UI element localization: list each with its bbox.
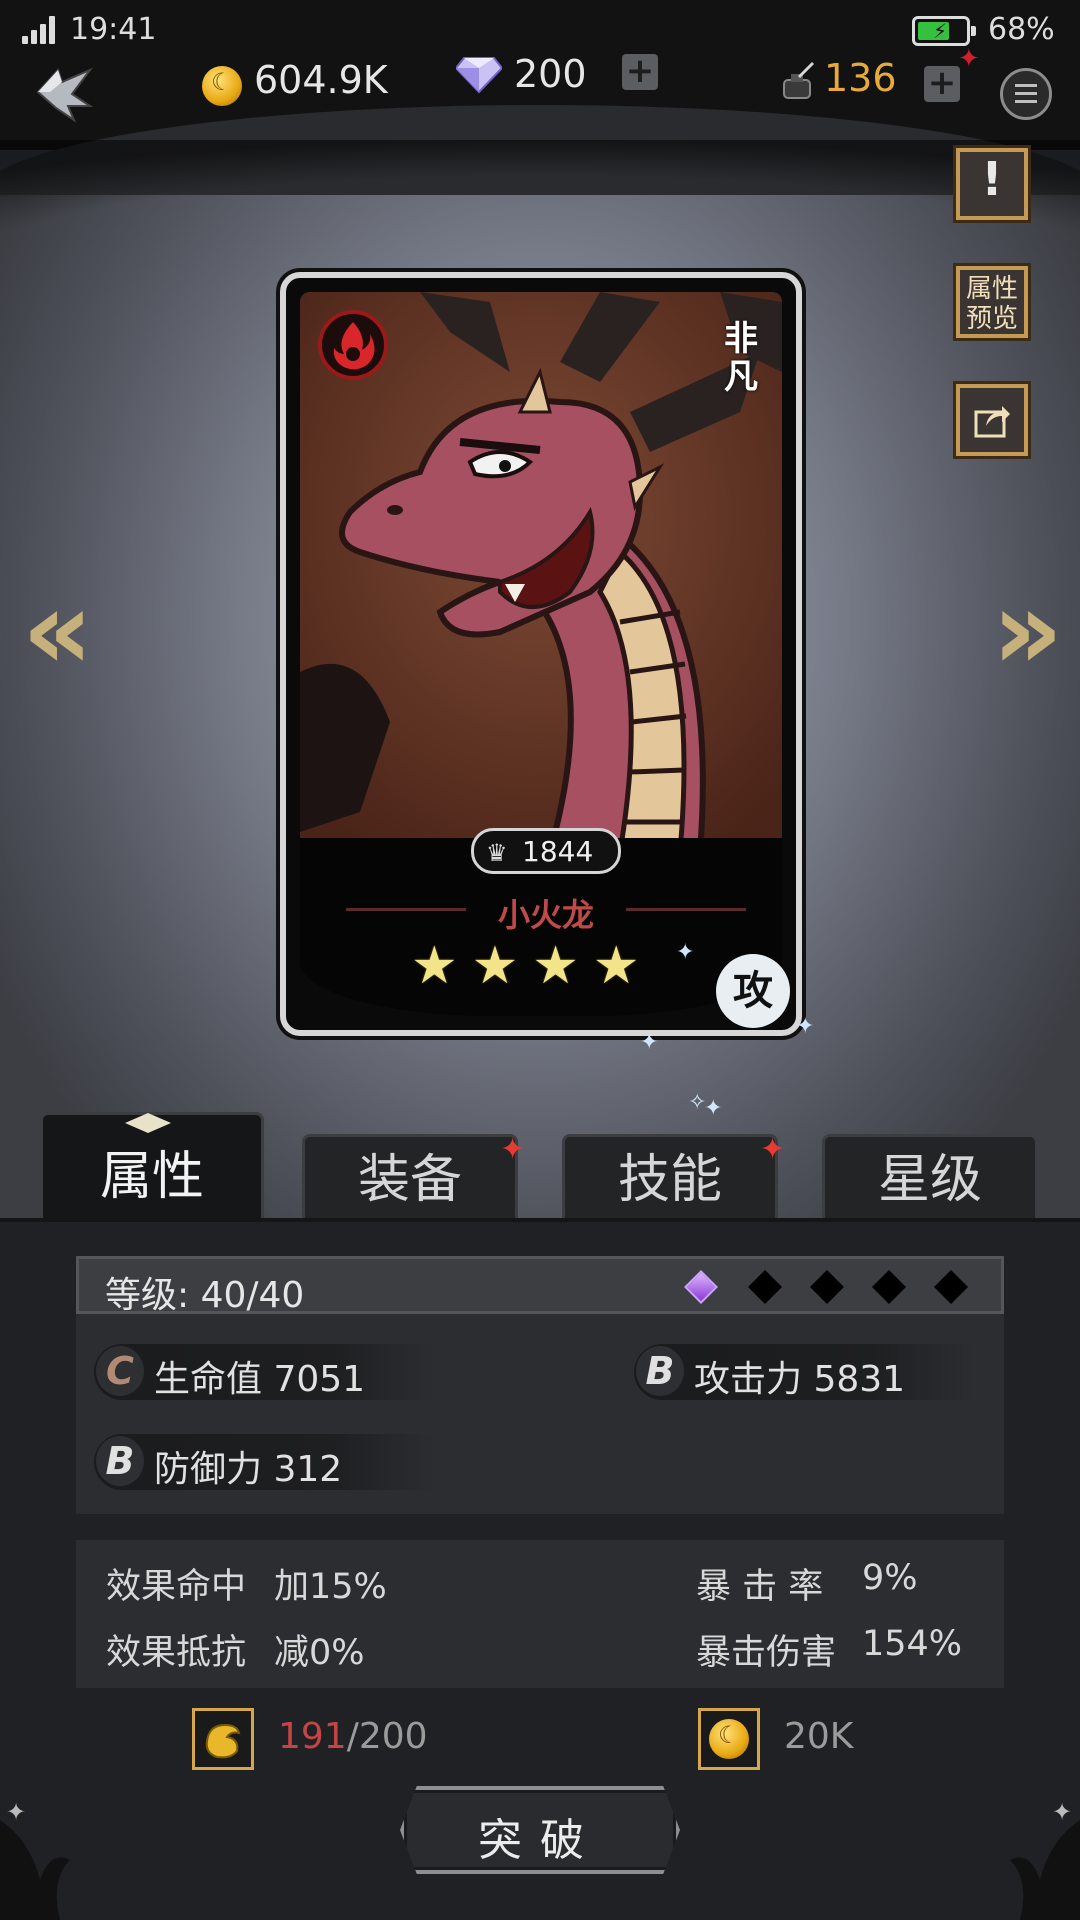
top-arch-shadow	[0, 140, 1080, 260]
breakthrough-slot-icon	[748, 1270, 782, 1304]
material-icon	[192, 1708, 254, 1770]
clock: 19:41	[70, 12, 157, 47]
hero-portrait: 非凡	[300, 292, 782, 852]
signal-icon	[22, 16, 60, 44]
game-screen: 19:41 ⚡ 68% 604.9K 200 + 136 + ✦ ! 属性 预览	[0, 0, 1080, 1920]
breakthrough-button[interactable]: 突破	[400, 1786, 680, 1874]
hero-name: 小火龙	[497, 896, 594, 934]
tab-skills-label: 技能	[617, 1150, 722, 1210]
exclamation-icon: !	[981, 152, 1003, 206]
tab-equipment-label: 装备	[357, 1150, 462, 1210]
hero-stars: ★ ★ ★ ★	[411, 938, 681, 998]
status-bar: 19:41 ⚡ 68%	[0, 0, 1080, 60]
gold-cost: 20K	[784, 1716, 854, 1757]
sparkle-icon: ✦	[796, 1014, 815, 1039]
material-cost: 191/200	[278, 1716, 428, 1757]
corner-ornament-left: ✦	[0, 1798, 70, 1920]
gem-amount: 200	[514, 52, 587, 96]
fire-element-icon	[318, 310, 388, 380]
breakthrough-slot-icon	[872, 1270, 906, 1304]
attribute-preview-label-1: 属性	[965, 274, 1018, 304]
new-badge-icon: ✦	[958, 44, 980, 74]
hero-power: 1844	[522, 835, 594, 868]
gold-coin-icon	[202, 66, 242, 106]
active-tab-indicator-icon	[125, 1113, 171, 1133]
material-have: 191	[278, 1716, 347, 1757]
gold-coin-icon	[709, 1719, 749, 1759]
star-icon: ★	[532, 936, 579, 996]
crit-damage-label: 暴击伤害	[696, 1633, 837, 1673]
hero-name-row: 小火龙	[346, 890, 746, 934]
breakthrough-gem-icon	[684, 1270, 718, 1304]
dragon-illustration	[300, 292, 782, 852]
name-decoration-right	[626, 908, 746, 911]
sparkle-icon: ✦	[676, 940, 695, 965]
previous-hero-arrow[interactable]: «	[22, 575, 93, 685]
tab-equipment[interactable]: 装备	[302, 1134, 518, 1220]
grade-b-icon: B	[96, 1436, 144, 1486]
stat-defense-text: 防御力 312	[154, 1449, 343, 1490]
power-plate: ♛ 1844	[471, 828, 621, 874]
grade-b-icon: B	[636, 1346, 684, 1396]
equipment-badge-icon: ✦	[500, 1132, 526, 1167]
stat-hp-text: 生命值 7051	[154, 1359, 366, 1400]
back-button[interactable]	[28, 62, 100, 124]
ink-amount: 136	[824, 56, 897, 100]
svg-text:✦: ✦	[1052, 1798, 1072, 1826]
role-attack-icon: 攻	[716, 954, 790, 1028]
charging-bolt-icon: ⚡	[933, 19, 948, 43]
crit-rate-value: 9%	[862, 1558, 918, 1598]
star-icon: ★	[592, 936, 640, 996]
crit-rate-label: 暴 击 率	[696, 1567, 824, 1607]
attribute-preview-button[interactable]: 属性 预览	[956, 266, 1028, 338]
stat-attack: B 攻击力 5831	[634, 1344, 974, 1400]
level-text: 等级: 40/40	[105, 1275, 305, 1316]
breakthrough-slot-icon	[934, 1270, 968, 1304]
ink-bottle-icon	[783, 62, 814, 99]
sparkle-icon: ✦	[704, 1096, 723, 1121]
effect-resist-label: 效果抵抗	[106, 1633, 247, 1673]
name-decoration-left	[346, 908, 466, 911]
battery-percent: 68%	[988, 12, 1055, 47]
add-gems-button[interactable]: +	[622, 54, 658, 90]
attribute-preview-label-2: 预览	[965, 304, 1018, 334]
tab-stars-label: 星级	[877, 1150, 982, 1210]
share-icon	[974, 406, 1010, 438]
tab-skills[interactable]: 技能	[562, 1134, 778, 1220]
effect-hit-label: 效果命中	[106, 1567, 247, 1607]
info-button[interactable]: !	[956, 148, 1028, 220]
rarity-label: 非凡	[724, 319, 758, 397]
effect-resist-value: 减0%	[274, 1633, 365, 1673]
gold-cost-icon	[698, 1708, 760, 1770]
crit-damage-value: 154%	[862, 1624, 963, 1664]
diamond-gem-icon	[456, 57, 502, 94]
add-ink-button[interactable]: +	[924, 66, 960, 102]
share-button[interactable]	[956, 384, 1028, 456]
skills-badge-icon: ✦	[760, 1132, 786, 1167]
level-bar: 等级: 40/40	[76, 1256, 1004, 1316]
crown-icon: ♛	[486, 839, 508, 867]
sparkle-icon: ✦	[640, 1030, 659, 1055]
star-icon: ★	[411, 936, 458, 996]
breakthrough-slot-icon	[810, 1270, 844, 1304]
effect-hit-value: 加15%	[274, 1567, 387, 1607]
tab-attributes-label: 属性	[99, 1147, 204, 1207]
grade-c-icon: C	[96, 1346, 144, 1396]
battery-icon: ⚡	[912, 16, 976, 46]
material-required: /200	[346, 1716, 428, 1757]
svg-text:✦: ✦	[6, 1798, 26, 1826]
menu-button[interactable]	[1000, 68, 1052, 120]
star-icon: ★	[471, 936, 519, 996]
hero-card[interactable]: 非凡 ♛ 1844 小火龙 ★ ★ ★ ★ 攻	[280, 272, 802, 1036]
stat-attack-text: 攻击力 5831	[694, 1359, 906, 1400]
stat-hp: C 生命值 7051	[94, 1344, 434, 1400]
gold-amount: 604.9K	[254, 58, 388, 102]
next-hero-arrow[interactable]: »	[992, 575, 1063, 685]
stat-defense: B 防御力 312	[94, 1434, 434, 1490]
tab-stars[interactable]: 星级	[822, 1134, 1038, 1220]
corner-ornament-right: ✦	[1010, 1798, 1080, 1920]
breakthrough-label: 突破	[478, 1815, 602, 1866]
